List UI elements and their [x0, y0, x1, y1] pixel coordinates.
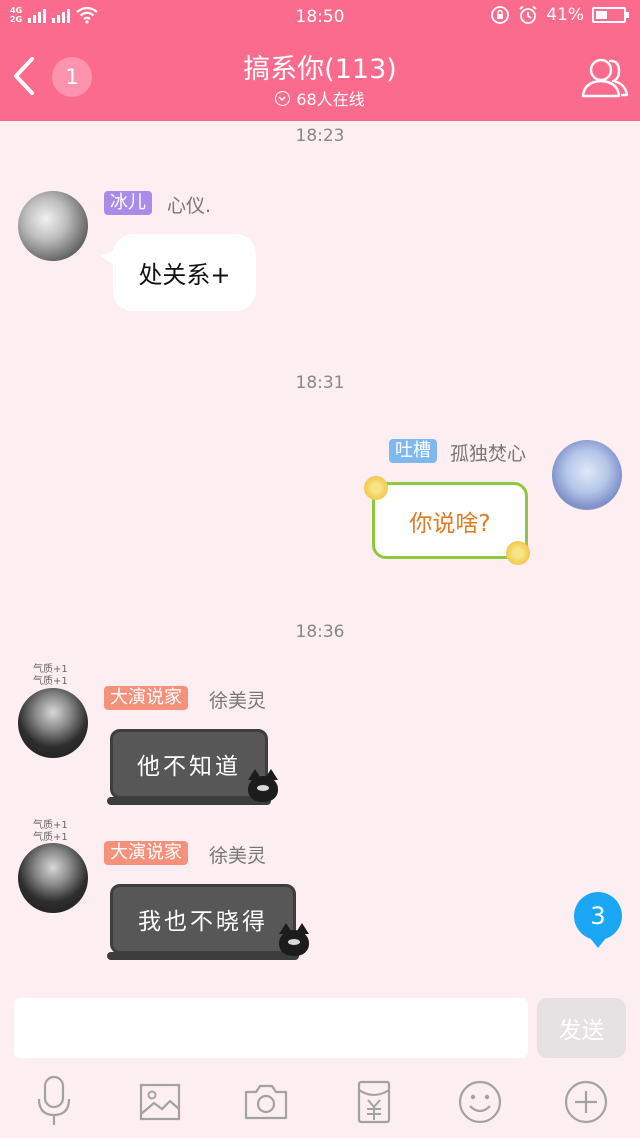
new-messages-badge[interactable]: 3	[574, 892, 622, 948]
message-input[interactable]	[14, 998, 528, 1058]
member-badge: 气质+1	[33, 664, 68, 675]
alarm-icon	[519, 5, 537, 24]
status-bar: 4G 2G 18:50 41%	[0, 0, 640, 34]
input-toolbar	[0, 1074, 640, 1134]
flower-decoration-icon	[364, 476, 388, 500]
avatar[interactable]	[552, 440, 622, 510]
battery-icon	[592, 7, 629, 23]
avatar[interactable]	[18, 843, 88, 913]
status-right: 41%	[490, 5, 629, 25]
message-text: 你说啥?	[409, 510, 491, 537]
message-bubble[interactable]: 他不知道	[107, 729, 271, 805]
message-bubble[interactable]: 你说啥?	[372, 482, 528, 559]
timestamp: 18:31	[295, 373, 345, 393]
microphone-icon[interactable]	[31, 1074, 77, 1130]
timestamp: 18:23	[295, 126, 345, 146]
message-text: 我也不晓得	[138, 909, 268, 935]
battery-percent: 41%	[546, 5, 584, 25]
cat-decoration-icon	[248, 769, 278, 802]
member-title-tag: 吐槽	[389, 439, 437, 463]
member-badge: 气质+1	[33, 820, 68, 831]
cat-decoration-icon	[279, 923, 309, 956]
send-button[interactable]: 发送	[537, 998, 626, 1058]
message-text: 处关系+	[138, 261, 231, 289]
sender-name: 孤独焚心	[450, 443, 527, 465]
member-badge: 气质+1	[33, 676, 68, 687]
rotation-lock-icon	[491, 6, 510, 24]
group-title: 搞系你(113)	[243, 54, 397, 85]
emoji-icon[interactable]	[457, 1074, 503, 1130]
image-icon[interactable]	[137, 1074, 183, 1130]
member-title-tag: 冰儿	[104, 191, 152, 215]
chat-header: 4G 2G 18:50 41% 1 搞系你(113) 68人在线	[0, 0, 640, 121]
chevron-down-icon	[275, 90, 291, 106]
camera-icon[interactable]	[243, 1074, 289, 1130]
timestamp: 18:36	[295, 622, 345, 642]
message-bubble[interactable]: 处关系+	[101, 234, 256, 311]
sender-name: 心仪.	[167, 195, 212, 217]
sender-name: 徐美灵	[209, 845, 267, 867]
message-text: 他不知道	[137, 754, 241, 780]
plus-icon[interactable]	[563, 1074, 609, 1130]
avatar[interactable]	[18, 688, 88, 758]
online-count-label: 68人在线	[296, 90, 365, 109]
flower-decoration-icon	[506, 541, 530, 565]
message-bubble[interactable]: 我也不晓得	[107, 884, 299, 960]
sender-name: 徐美灵	[209, 690, 267, 712]
member-title-tag: 大演说家	[104, 686, 188, 710]
red-packet-icon[interactable]	[351, 1074, 397, 1130]
avatar[interactable]	[18, 191, 88, 261]
member-title-tag: 大演说家	[104, 841, 188, 865]
group-members-icon[interactable]	[580, 52, 630, 102]
online-count[interactable]: 68人在线	[0, 86, 640, 110]
